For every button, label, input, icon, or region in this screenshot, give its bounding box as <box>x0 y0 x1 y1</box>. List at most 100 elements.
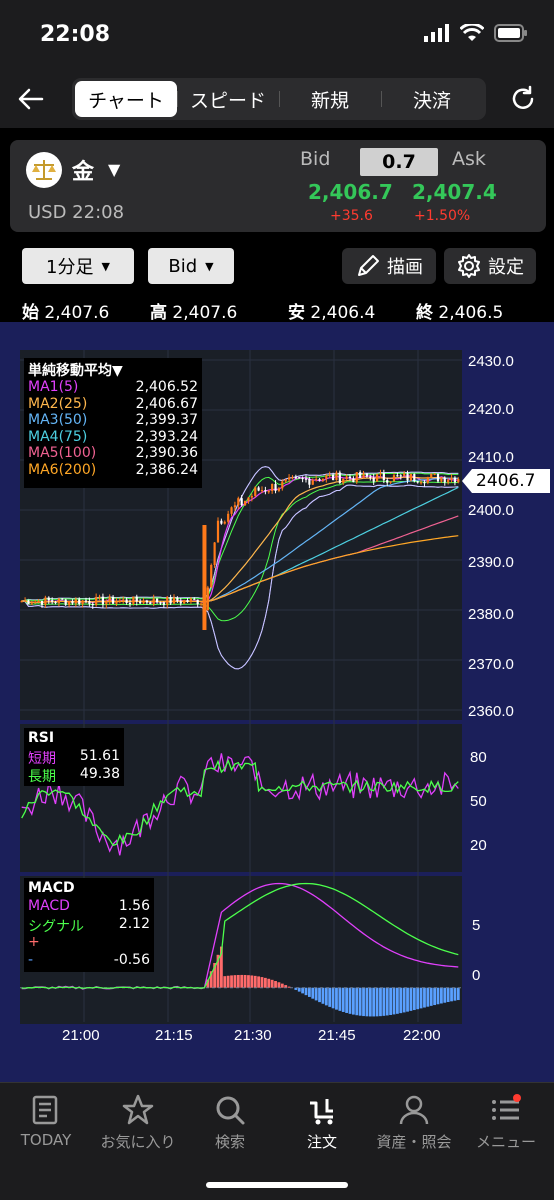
time-tick: 21:15 <box>155 1027 193 1044</box>
macd-histogram-bar <box>223 976 227 988</box>
refresh-icon[interactable] <box>508 84 538 114</box>
candle <box>284 479 287 482</box>
macd-histogram-bar <box>436 987 440 1005</box>
tab-settle[interactable]: 決済 <box>381 81 483 117</box>
candle <box>426 477 429 483</box>
chart-area[interactable]: 2430.0 2420.0 2410.0 2400.0 2390.0 2380.… <box>0 322 554 1082</box>
candle <box>321 478 325 481</box>
ma-legend-row: MA6(200) 2,386.24 <box>28 461 198 478</box>
menu-icon <box>492 1094 521 1120</box>
rsi-tick: 20 <box>470 837 487 854</box>
ohlc-low: 安 2,406.4 <box>288 303 376 323</box>
status-time: 22:08 <box>40 22 111 47</box>
candle <box>189 598 193 602</box>
macd-histogram-bar <box>382 987 386 1016</box>
macd-histogram-bar <box>439 987 443 1004</box>
candle <box>362 473 365 478</box>
ohlc-open: 始 2,407.6 <box>22 303 110 323</box>
candle <box>254 487 257 496</box>
rsi-tick: 80 <box>470 749 487 766</box>
candle <box>311 480 314 485</box>
caret-down-icon[interactable]: ▼ <box>108 160 120 179</box>
settings-button[interactable]: 設定 <box>444 248 536 284</box>
macd-histogram-bar <box>301 987 305 994</box>
time-tick: 21:30 <box>234 1027 272 1044</box>
macd-histogram-bar <box>247 975 250 988</box>
candle <box>166 597 169 605</box>
candle <box>196 599 199 605</box>
macd-histogram-bar <box>429 987 433 1006</box>
candle <box>342 479 345 483</box>
candle <box>199 603 203 605</box>
draw-label: 描画 <box>387 257 423 278</box>
candle <box>271 483 274 492</box>
tab-today-label: TODAY <box>20 1131 72 1149</box>
candle <box>375 474 379 482</box>
candle <box>433 473 436 475</box>
candle <box>328 474 331 477</box>
instrument-name[interactable]: 金 <box>72 154 94 186</box>
time-tick: 22:00 <box>403 1027 441 1044</box>
macd-minus-label: - <box>28 952 34 968</box>
candle <box>37 600 40 603</box>
candle <box>403 473 406 476</box>
macd-histogram-bar <box>443 987 447 1003</box>
candle <box>220 520 223 524</box>
candle <box>301 477 304 480</box>
candle <box>206 587 209 610</box>
tab-speed[interactable]: スピード <box>177 81 279 117</box>
price-tick: 2380.0 <box>468 606 514 623</box>
macd-line-value: 1.56 <box>118 898 150 914</box>
candle <box>135 596 138 602</box>
draw-button[interactable]: 描画 <box>342 248 436 284</box>
candle <box>345 476 348 480</box>
tab-menu[interactable]: メニュー <box>460 1093 552 1152</box>
macd-histogram-bar <box>423 987 426 1008</box>
macd-histogram-bar <box>412 987 416 1011</box>
battery-icon <box>494 24 527 42</box>
candle <box>365 473 369 477</box>
tab-chart[interactable]: チャート <box>75 81 177 117</box>
price-type-dropdown[interactable]: Bid ▼ <box>148 248 234 284</box>
macd-histogram-bar <box>324 987 328 1006</box>
newspaper-icon <box>32 1095 58 1125</box>
macd-histogram-bar <box>277 982 281 988</box>
last-price-tag: 2406.7 <box>462 469 550 493</box>
candle <box>348 476 352 479</box>
candle <box>369 476 372 478</box>
price-change-percent: +1.50% <box>414 208 471 224</box>
tab-new-order[interactable]: 新規 <box>279 81 381 117</box>
tab-order[interactable]: 注文 <box>276 1093 368 1152</box>
tab-today[interactable]: TODAY <box>0 1093 92 1149</box>
ohlc-close: 終 2,406.5 <box>416 303 504 323</box>
macd-title: MACD <box>28 880 75 896</box>
tab-favorites[interactable]: お気に入り <box>92 1093 184 1152</box>
candle <box>81 600 84 605</box>
timeframe-dropdown[interactable]: 1分足 ▼ <box>22 248 134 284</box>
macd-histogram-bar <box>240 974 244 988</box>
candle <box>260 490 264 492</box>
candle <box>78 599 81 605</box>
ma-legend[interactable]: 単純移動平均▼ MA1(5) 2,406.52 MA2(25) 2,406.67 M… <box>24 358 202 488</box>
rsi-tick: 50 <box>470 793 487 810</box>
back-arrow-icon[interactable] <box>14 82 48 116</box>
ma-legend-title[interactable]: 単純移動平均▼ <box>28 360 198 379</box>
person-icon <box>399 1095 429 1125</box>
gear-icon <box>458 254 480 278</box>
candle <box>447 479 450 483</box>
candle <box>298 477 301 479</box>
tab-assets[interactable]: 資産・照会 <box>368 1093 460 1152</box>
candle <box>125 599 128 603</box>
candle <box>193 598 196 600</box>
candle <box>308 478 311 485</box>
macd-histogram-bar <box>355 987 359 1016</box>
candle <box>237 498 240 506</box>
macd-histogram-bar <box>253 975 257 988</box>
macd-histogram-bar <box>297 987 301 992</box>
macd-histogram-bar <box>351 987 355 1015</box>
candle <box>115 601 118 604</box>
candle <box>64 599 67 605</box>
candle <box>409 473 413 481</box>
tab-search[interactable]: 検索 <box>184 1093 276 1152</box>
candle <box>152 598 155 605</box>
